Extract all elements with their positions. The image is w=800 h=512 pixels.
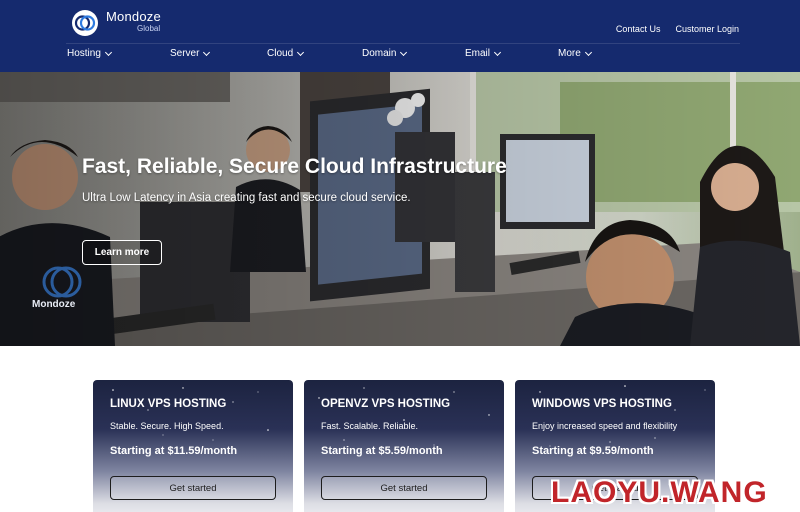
openvz-vps-card: OPENVZ VPS HOSTING Fast. Scalable. Relia… [304, 380, 504, 512]
customer-login-link[interactable]: Customer Login [675, 24, 739, 34]
linux-vps-card: LINUX VPS HOSTING Stable. Secure. High S… [93, 380, 293, 512]
nav-item-label: Hosting [67, 48, 101, 59]
chevron-down-icon [400, 48, 408, 56]
nav-item-more[interactable]: More [558, 48, 592, 59]
chevron-down-icon [297, 48, 305, 56]
shirt-print-text: Mondoze [32, 299, 76, 310]
brand-subtitle: Global [137, 24, 161, 33]
card-description: Fast. Scalable. Reliable. [321, 421, 419, 431]
hero-subtitle: Ultra Low Latency in Asia creating fast … [82, 192, 411, 204]
hero-banner: Mondoze Fast, Reliable, Secure Cloud Inf… [0, 72, 800, 346]
nav-divider [66, 43, 740, 44]
get-started-button[interactable]: Get started [321, 476, 487, 500]
hero-overlay [0, 72, 800, 346]
nav-item-label: More [558, 48, 581, 59]
card-description: Enjoy increased speed and flexibility [532, 421, 678, 431]
card-price: Starting at $11.59/month [110, 445, 238, 457]
card-description: Stable. Secure. High Speed. [110, 421, 224, 431]
card-title: WINDOWS VPS HOSTING [532, 398, 672, 410]
chevron-down-icon [584, 48, 592, 56]
card-title: LINUX VPS HOSTING [110, 398, 227, 410]
watermark-text: LAOYU.WANG [551, 476, 768, 509]
mondoze-logo-icon[interactable] [70, 8, 100, 38]
card-title: OPENVZ VPS HOSTING [321, 398, 451, 410]
nav-item-label: Cloud [267, 48, 294, 59]
top-links: Contact Us Customer Login [616, 24, 739, 34]
nav-item-email[interactable]: Email [465, 48, 502, 59]
nav-item-domain[interactable]: Domain [362, 48, 408, 59]
contact-us-link[interactable]: Contact Us [616, 24, 661, 34]
get-started-button[interactable]: Get started [110, 476, 276, 500]
chevron-down-icon [104, 48, 112, 56]
learn-more-button[interactable]: Learn more [82, 240, 162, 265]
card-price: Starting at $9.59/month [532, 445, 654, 457]
site-header: Mondoze Global Contact Us Customer Login… [0, 0, 800, 72]
nav-item-label: Email [465, 48, 491, 59]
nav-item-server[interactable]: Server [170, 48, 211, 59]
brand-name[interactable]: Mondoze [106, 9, 161, 24]
chevron-down-icon [203, 48, 211, 56]
nav-item-cloud[interactable]: Cloud [267, 48, 305, 59]
hero-title: Fast, Reliable, Secure Cloud Infrastruct… [82, 155, 507, 178]
chevron-down-icon [493, 48, 502, 56]
card-price: Starting at $5.59/month [321, 445, 443, 457]
nav-item-label: Server [170, 48, 200, 59]
nav-item-label: Domain [362, 48, 397, 59]
nav-item-hosting[interactable]: Hosting [67, 48, 112, 59]
main-nav: Hosting Server Cloud Domain Email More [0, 48, 800, 66]
